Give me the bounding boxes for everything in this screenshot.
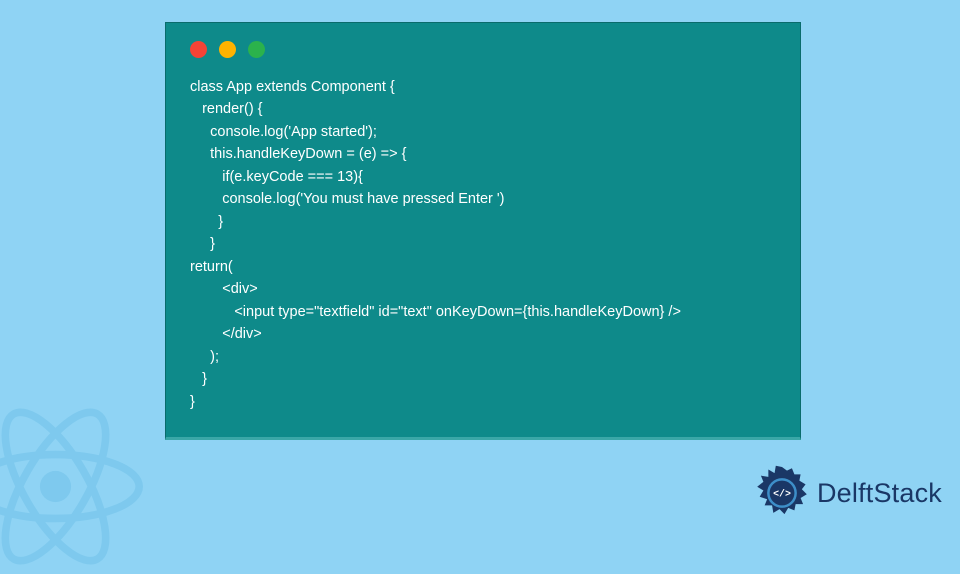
- brand: </> DelftStack: [751, 462, 942, 524]
- maximize-icon: [248, 41, 265, 58]
- brand-logo-icon: </>: [751, 462, 813, 524]
- minimize-icon: [219, 41, 236, 58]
- close-icon: [190, 41, 207, 58]
- code-block: class App extends Component { render() {…: [190, 76, 776, 413]
- react-logo-icon: [0, 399, 143, 574]
- brand-name: DelftStack: [817, 478, 942, 509]
- code-window: class App extends Component { render() {…: [165, 22, 801, 440]
- svg-text:</>: </>: [773, 489, 791, 500]
- traffic-lights: [190, 41, 776, 58]
